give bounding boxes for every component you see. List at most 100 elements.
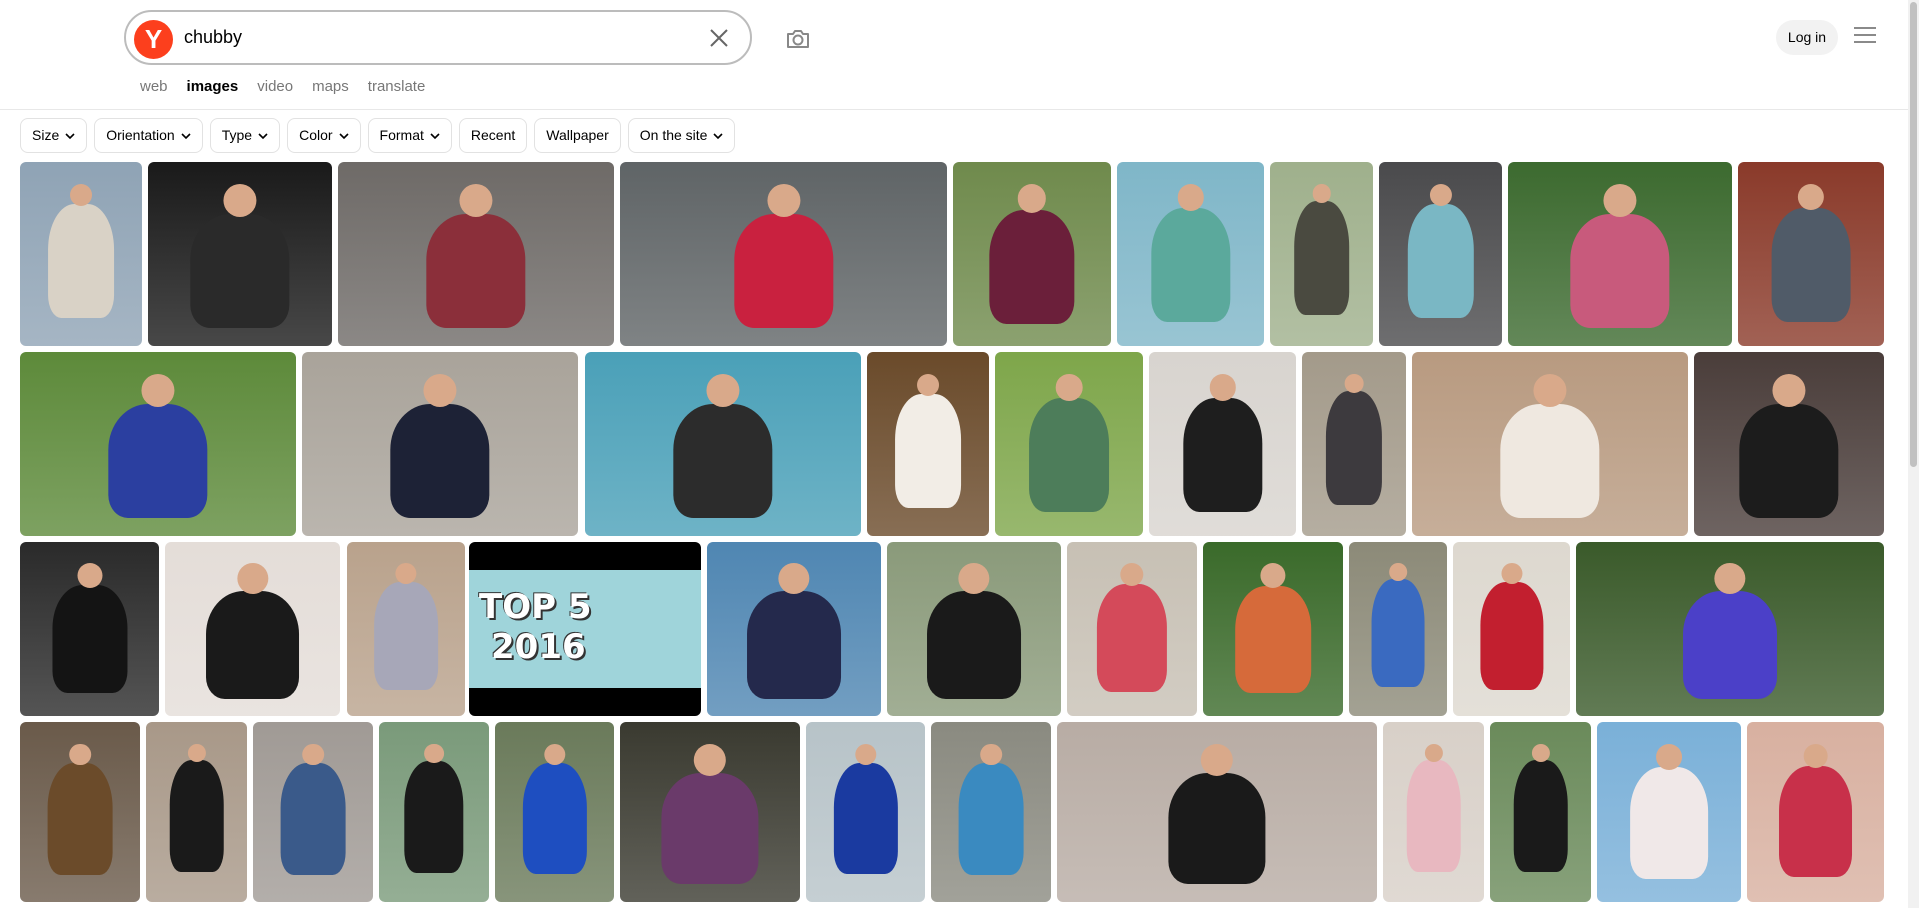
thumbnail-figure-head (1312, 184, 1331, 203)
search-input[interactable] (184, 12, 664, 63)
image-thumbnail[interactable] (338, 162, 614, 346)
filter-label: Wallpaper (546, 127, 609, 143)
thumbnail-figure-body (169, 759, 224, 872)
filter-label: Orientation (106, 127, 175, 143)
image-thumbnail[interactable] (1490, 722, 1591, 902)
image-thumbnail[interactable] (887, 542, 1061, 716)
thumbnail-figure-body (48, 203, 114, 318)
clear-icon[interactable] (708, 27, 730, 49)
image-thumbnail[interactable] (1067, 542, 1197, 716)
image-thumbnail[interactable] (1694, 352, 1884, 536)
image-thumbnail[interactable] (1149, 352, 1296, 536)
image-thumbnail[interactable] (1576, 542, 1884, 716)
thumbnail-figure-head (1797, 184, 1825, 211)
thumbnail-figure-head (1344, 374, 1364, 393)
filter-color[interactable]: Color (287, 118, 361, 153)
image-thumbnail[interactable] (146, 722, 247, 902)
thumbnail-figure-head (223, 184, 257, 218)
image-thumbnail[interactable] (1379, 162, 1502, 346)
filter-type[interactable]: Type (209, 118, 281, 153)
thumbnail-figure-body (958, 763, 1024, 875)
page-scrollbar[interactable] (1908, 0, 1919, 908)
filter-recent[interactable]: Recent (458, 118, 528, 153)
image-thumbnail[interactable] (1383, 722, 1484, 902)
camera-search-icon[interactable] (783, 24, 813, 54)
login-button[interactable]: Log in (1776, 20, 1838, 55)
filter-format[interactable]: Format (367, 118, 452, 153)
image-thumbnail[interactable] (1597, 722, 1741, 902)
filter-size[interactable]: Size (20, 118, 88, 153)
image-thumbnail[interactable] (495, 722, 614, 902)
thumbnail-figure-body (1407, 204, 1474, 319)
image-thumbnail[interactable] (20, 352, 296, 536)
image-thumbnail[interactable] (1453, 542, 1570, 716)
thumbnail-figure-body (108, 403, 208, 518)
thumbnail-figure-body (1513, 759, 1568, 872)
filter-label: Format (379, 127, 424, 143)
image-thumbnail[interactable] (379, 722, 489, 902)
thumbnail-figure-body (1096, 583, 1168, 692)
image-thumbnail[interactable] (1117, 162, 1264, 346)
image-thumbnail[interactable] (620, 162, 947, 346)
thumbnail-figure-body (190, 213, 290, 328)
tab-translate[interactable]: translate (368, 78, 426, 100)
tab-maps[interactable]: maps (312, 78, 349, 100)
thumbnail-figure-head (766, 184, 801, 218)
hamburger-menu-icon[interactable] (1854, 27, 1876, 47)
filter-orientation[interactable]: Orientation (94, 118, 203, 153)
thumbnail-figure-body (1683, 591, 1777, 699)
thumbnail-figure-head (1803, 743, 1828, 769)
thumbnail-figure-body (833, 762, 898, 875)
thumbnail-figure-body (661, 772, 759, 885)
thumbnail-figure-body (1500, 403, 1600, 518)
image-thumbnail[interactable] (867, 352, 989, 536)
image-thumbnail[interactable] (20, 722, 140, 902)
image-thumbnail[interactable]: TOP 5 2016 (469, 542, 701, 716)
image-thumbnail[interactable] (20, 542, 159, 716)
image-thumbnail[interactable] (1270, 162, 1373, 346)
thumbnail-figure-body (1406, 759, 1461, 872)
image-thumbnail[interactable] (931, 722, 1051, 902)
thumbnail-figure-body (989, 209, 1075, 324)
scrollbar-thumb[interactable] (1910, 2, 1917, 467)
image-thumbnail[interactable] (995, 352, 1143, 536)
tab-images[interactable]: images (187, 78, 239, 100)
chevron-down-icon (181, 132, 191, 139)
image-thumbnail[interactable] (806, 722, 925, 902)
tab-web[interactable]: web (140, 78, 168, 100)
image-thumbnail[interactable] (1747, 722, 1884, 902)
filter-label: Color (299, 127, 333, 143)
thumbnail-figure-body (1771, 207, 1851, 322)
tab-video[interactable]: video (257, 78, 293, 100)
thumbnail-figure-head (1260, 562, 1286, 589)
image-thumbnail[interactable] (347, 542, 465, 716)
image-thumbnail[interactable] (20, 162, 142, 346)
image-thumbnail[interactable] (1057, 722, 1377, 902)
image-thumbnail[interactable] (620, 722, 800, 902)
thumbnail-figure-head (424, 743, 444, 764)
image-thumbnail[interactable] (585, 352, 861, 536)
image-thumbnail[interactable] (302, 352, 578, 536)
image-thumbnail[interactable] (253, 722, 373, 902)
image-thumbnail[interactable] (1302, 352, 1406, 536)
image-thumbnail[interactable] (1738, 162, 1884, 346)
chevron-down-icon (430, 132, 440, 139)
thumbnail-figure-head (1120, 562, 1144, 587)
search-box[interactable]: Y (124, 10, 752, 65)
image-thumbnail[interactable] (1349, 542, 1447, 716)
image-thumbnail[interactable] (1412, 352, 1688, 536)
image-thumbnail[interactable] (707, 542, 881, 716)
image-thumbnail[interactable] (1508, 162, 1732, 346)
image-thumbnail[interactable] (1203, 542, 1343, 716)
filter-label: Type (221, 127, 253, 143)
image-thumbnail[interactable] (953, 162, 1111, 346)
thumbnail-figure-head (69, 743, 91, 766)
filter-wallpaper[interactable]: Wallpaper (534, 118, 621, 153)
image-thumbnail[interactable] (148, 162, 332, 346)
image-thumbnail[interactable] (165, 542, 340, 716)
thumbnail-figure-body (747, 591, 841, 699)
thumbnail-figure-body (426, 213, 526, 328)
thumbnail-figure-body (1150, 207, 1231, 322)
yandex-logo[interactable]: Y (134, 20, 173, 59)
filter-on-the-site[interactable]: On the site (627, 118, 736, 153)
